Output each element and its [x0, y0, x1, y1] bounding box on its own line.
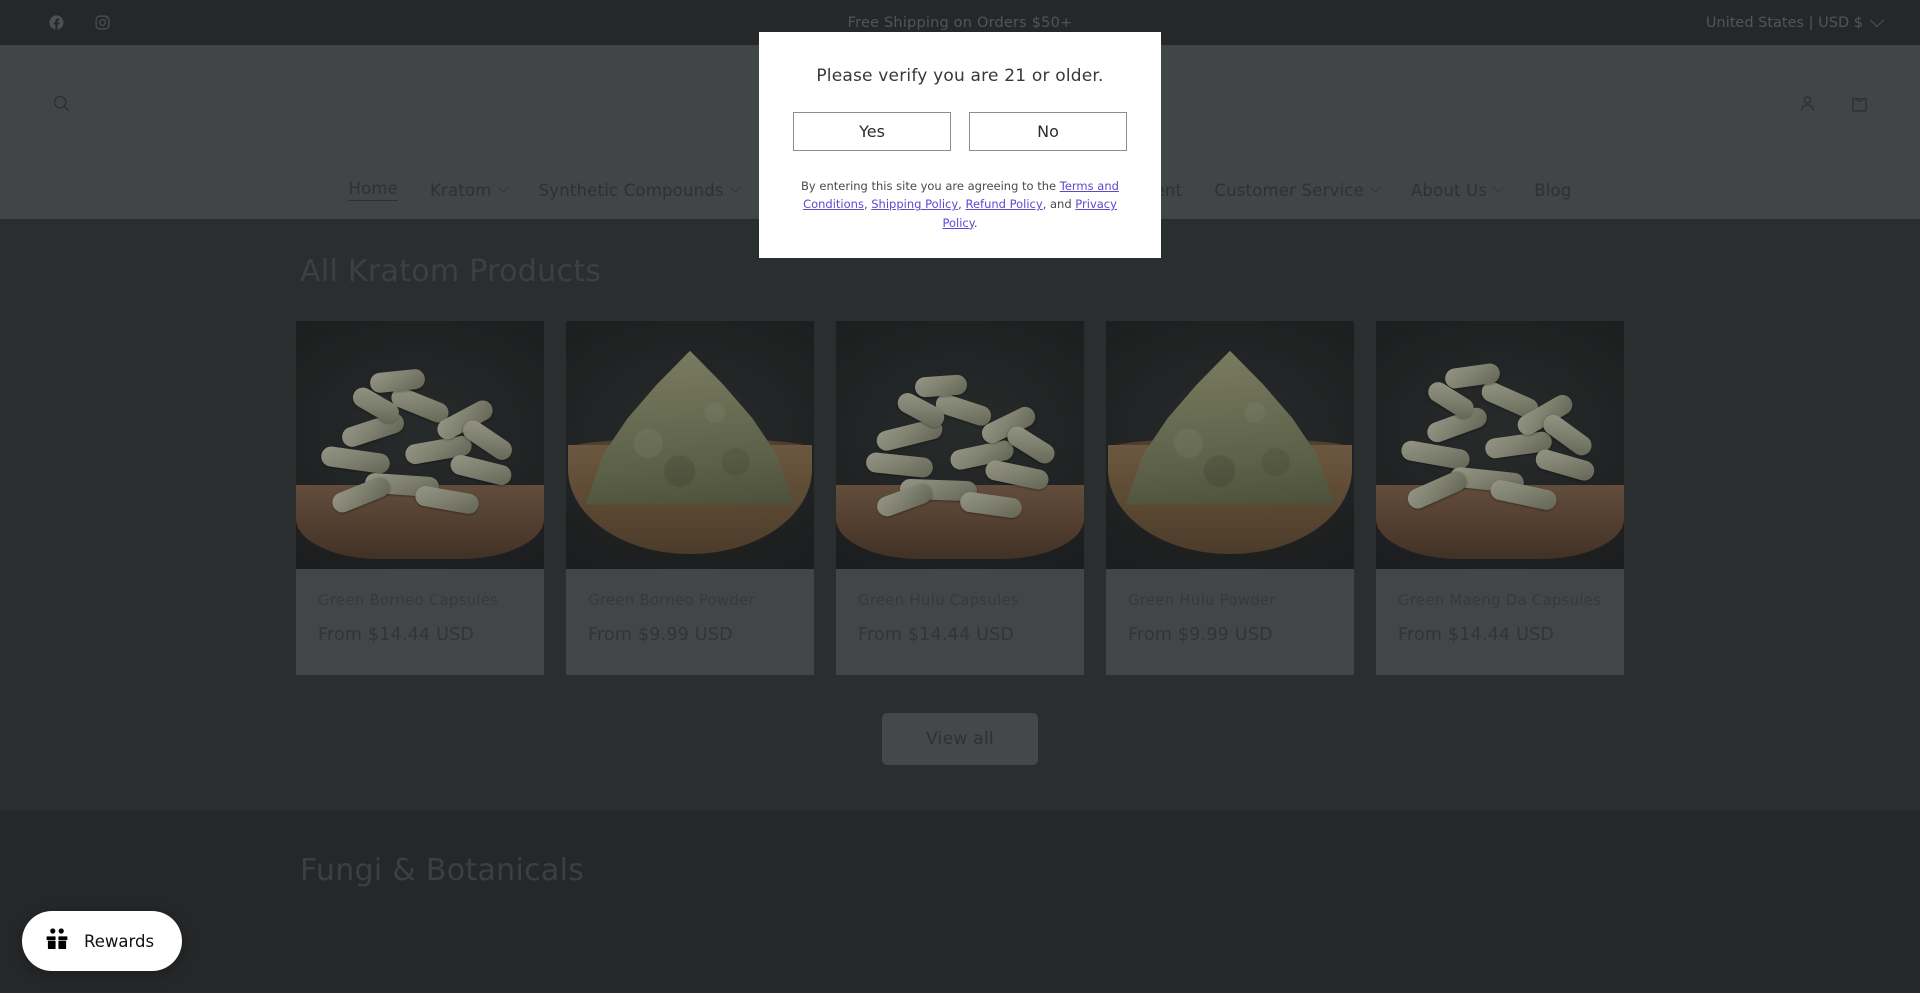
gift-icon [44, 926, 70, 956]
fine-print-prefix: By entering this site you are agreeing t… [801, 179, 1060, 193]
age-verification-modal: Please verify you are 21 or older. Yes N… [759, 32, 1161, 259]
page-root: Free Shipping on Orders $50+ United Stat… [0, 0, 1920, 993]
fine-print-separator: , and [1042, 197, 1076, 212]
rewards-label: Rewards [84, 931, 155, 951]
age-gate-title: Please verify you are 21 or older. [816, 66, 1104, 86]
refund-policy-link[interactable]: Refund Policy [965, 197, 1042, 211]
fine-print-suffix: . [973, 215, 978, 230]
shipping-policy-link[interactable]: Shipping Policy [871, 197, 958, 211]
age-gate-yes-button[interactable]: Yes [793, 112, 951, 151]
age-gate-fine-print: By entering this site you are agreeing t… [791, 177, 1129, 232]
age-gate-actions: Yes No [791, 112, 1129, 151]
rewards-widget[interactable]: Rewards [22, 911, 183, 971]
age-gate-no-button[interactable]: No [969, 112, 1127, 151]
